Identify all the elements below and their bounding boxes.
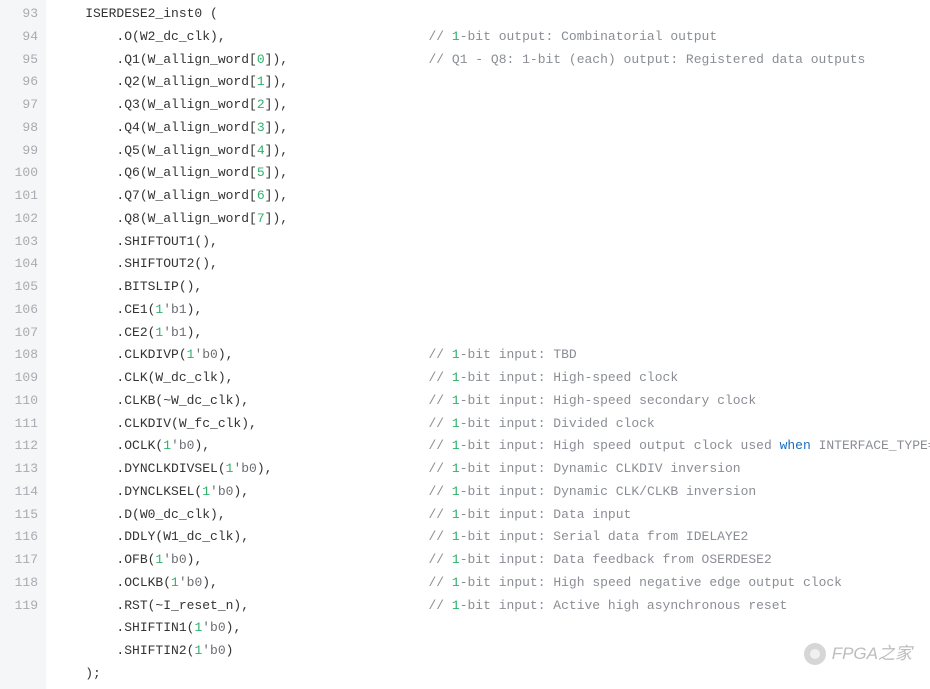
code-viewer: 9394959697989910010110210310410510610710…	[0, 0, 930, 689]
code-line: .CLKDIV(W_fc_clk), // 1-bit input: Divid…	[54, 413, 930, 436]
line-number: 114	[4, 481, 38, 504]
code-line: .Q8(W_allign_word[7]),	[54, 208, 930, 231]
line-number: 106	[4, 299, 38, 322]
line-number: 95	[4, 49, 38, 72]
code-line: .CE1(1'b1),	[54, 299, 930, 322]
code-line: ISERDESE2_inst0 (	[54, 3, 930, 26]
code-line: .SHIFTIN1(1'b0),	[54, 617, 930, 640]
wechat-icon	[804, 643, 826, 665]
line-number: 93	[4, 3, 38, 26]
code-line: .SHIFTIN2(1'b0)	[54, 640, 930, 663]
line-number: 118	[4, 572, 38, 595]
code-line: .CLKB(~W_dc_clk), // 1-bit input: High-s…	[54, 390, 930, 413]
code-line: .OCLK(1'b0), // 1-bit input: High speed …	[54, 435, 930, 458]
line-number: 117	[4, 549, 38, 572]
code-line: .OCLKB(1'b0), // 1-bit input: High speed…	[54, 572, 930, 595]
code-line: .DYNCLKSEL(1'b0), // 1-bit input: Dynami…	[54, 481, 930, 504]
code-line: .DYNCLKDIVSEL(1'b0), // 1-bit input: Dyn…	[54, 458, 930, 481]
code-line: .Q4(W_allign_word[3]),	[54, 117, 930, 140]
code-line: .RST(~I_reset_n), // 1-bit input: Active…	[54, 595, 930, 618]
code-line: .Q7(W_allign_word[6]),	[54, 185, 930, 208]
line-number: 104	[4, 253, 38, 276]
code-line: .Q5(W_allign_word[4]),	[54, 140, 930, 163]
line-number: 115	[4, 504, 38, 527]
code-line: .OFB(1'b0), // 1-bit input: Data feedbac…	[54, 549, 930, 572]
code-line: .D(W0_dc_clk), // 1-bit input: Data inpu…	[54, 504, 930, 527]
line-number: 109	[4, 367, 38, 390]
code-line: .BITSLIP(),	[54, 276, 930, 299]
code-panel: ISERDESE2_inst0 ( .O(W2_dc_clk), // 1-bi…	[46, 0, 930, 689]
line-number: 105	[4, 276, 38, 299]
line-number: 107	[4, 322, 38, 345]
watermark-text: FPGA之家	[832, 639, 912, 669]
line-number: 99	[4, 140, 38, 163]
code-line: .Q3(W_allign_word[2]),	[54, 94, 930, 117]
line-number: 113	[4, 458, 38, 481]
line-number-gutter: 9394959697989910010110210310410510610710…	[0, 0, 46, 689]
code-line: .SHIFTOUT1(),	[54, 231, 930, 254]
line-number: 94	[4, 26, 38, 49]
code-line: .CLKDIVP(1'b0), // 1-bit input: TBD	[54, 344, 930, 367]
code-line: .DDLY(W1_dc_clk), // 1-bit input: Serial…	[54, 526, 930, 549]
code-line: .Q2(W_allign_word[1]),	[54, 71, 930, 94]
line-number: 116	[4, 526, 38, 549]
line-number: 111	[4, 413, 38, 436]
line-number: 119	[4, 595, 38, 618]
line-number: 97	[4, 94, 38, 117]
watermark: FPGA之家	[804, 639, 912, 669]
line-number: 98	[4, 117, 38, 140]
line-number: 108	[4, 344, 38, 367]
line-number: 100	[4, 162, 38, 185]
line-number: 101	[4, 185, 38, 208]
line-number: 112	[4, 435, 38, 458]
line-number: 103	[4, 231, 38, 254]
code-line: .Q6(W_allign_word[5]),	[54, 162, 930, 185]
code-line: .SHIFTOUT2(),	[54, 253, 930, 276]
code-line: .CE2(1'b1),	[54, 322, 930, 345]
line-number: 110	[4, 390, 38, 413]
line-number: 96	[4, 71, 38, 94]
line-number: 102	[4, 208, 38, 231]
code-line: .O(W2_dc_clk), // 1-bit output: Combinat…	[54, 26, 930, 49]
code-line: );	[54, 663, 930, 686]
code-line: .Q1(W_allign_word[0]), // Q1 - Q8: 1-bit…	[54, 49, 930, 72]
code-line: .CLK(W_dc_clk), // 1-bit input: High-spe…	[54, 367, 930, 390]
